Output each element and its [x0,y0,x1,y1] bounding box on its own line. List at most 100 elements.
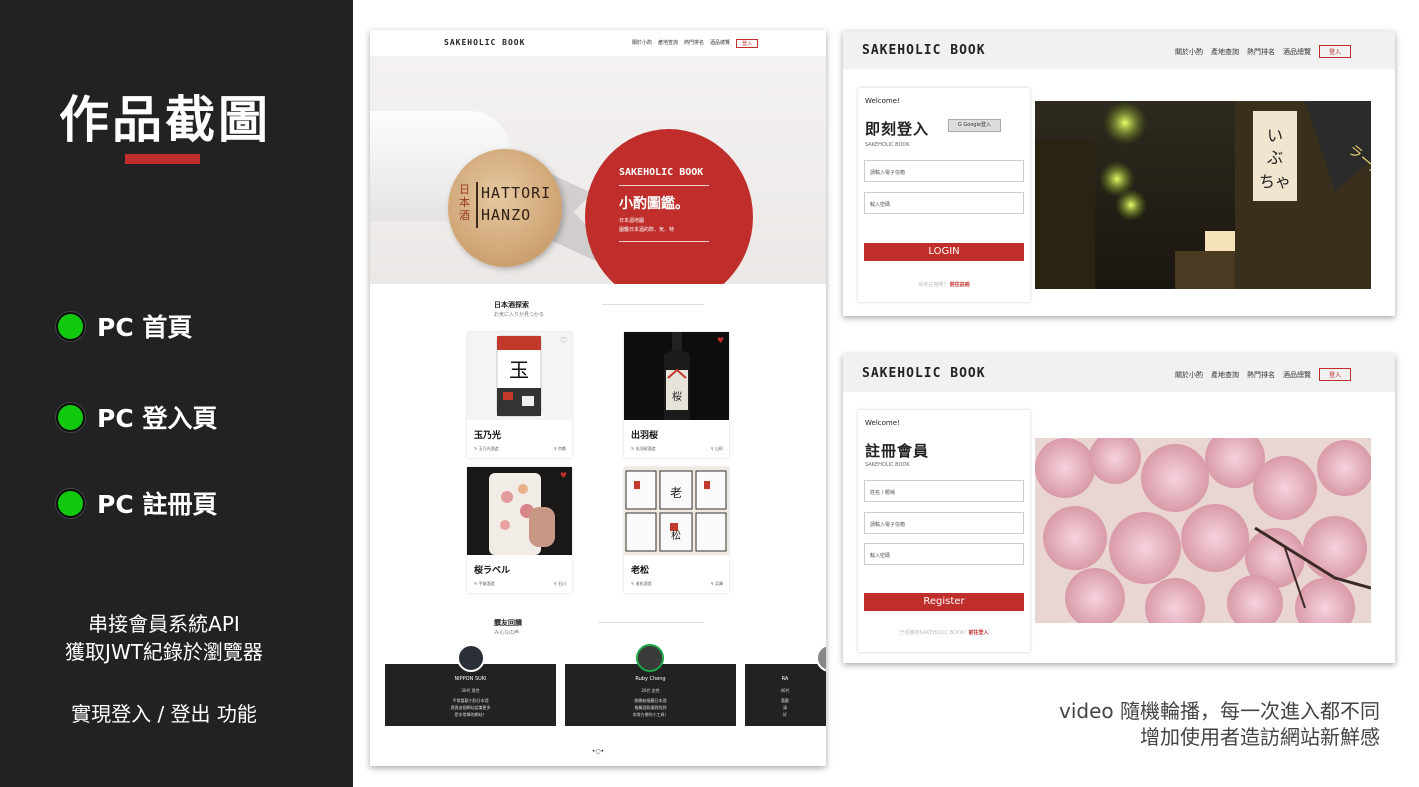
home-navbar: SAKEHOLIC BOOK 關於小酌 產地查詢 熱門排名 酒品總覽 登入 [370,30,826,56]
login-button[interactable]: 登入 [1319,45,1352,58]
feature-home: PC 首頁 [56,308,192,344]
login-navbar: SAKEHOLIC BOOK 關於小酌 產地查詢 熱門排名 酒品總覽 登入 [843,31,1395,69]
caption-line: video 隨機輪播，每一次進入都不同 [1059,699,1380,723]
review-line: 平常喜歡小酌日本酒 [452,698,489,703]
nav-links: 關於小酌 產地查詢 熱門排名 酒品總覽 登入 [1175,368,1352,381]
nav-overview[interactable]: 酒品總覽 [710,39,730,48]
hero-divider [619,185,709,186]
api-note-line: 獲取JWT紀錄於瀏覽器 [65,640,263,664]
svg-text:ちゃ: ちゃ [1259,172,1291,191]
slide: 作品截圖 PC 首頁 PC 登入頁 PC 註冊頁 串接會員系統API 獲取JWT… [0,0,1419,787]
review-line: 喜歡 [781,698,789,703]
register-link[interactable]: 尚未註冊嗎？ 前往註冊 [858,281,1030,288]
review-card: NIPPON SUKI 30代 男性 平常喜歡小酌日本酒 透過這個網站認識更多 … [385,664,556,726]
nav-ranking[interactable]: 熱門排名 [1247,47,1275,57]
login-submit-button[interactable]: LOGIN [864,243,1024,261]
nav-origin[interactable]: 產地查詢 [1211,47,1239,57]
feature-label: PC 登入頁 [97,404,218,433]
sake-card[interactable]: 玉 ♡ 玉乃光 ✎ 玉乃光酒造 ⚲ 京都 [467,332,572,458]
google-login-button[interactable]: G Google登入 [948,119,1001,132]
login-button[interactable]: 登入 [736,39,759,48]
hero-title: 小酌圖鑑。 [619,196,689,212]
welcome-text: Welcome! [865,419,900,427]
sake-card[interactable]: 老 松 老松 ✎ 老松酒造 ⚲ 兵庫 [624,467,729,593]
register-submit-button[interactable]: Register [864,593,1024,611]
sake-name: 出羽桜 [631,431,659,441]
cork-image: 日本酒 HATTORI HANZO [448,149,562,267]
name-field[interactable]: 姓名 / 暱稱 [864,480,1024,502]
svg-text:ぶ: ぶ [1267,148,1283,167]
caption-line: 增加使用者造訪網站新鮮感 [1140,725,1380,749]
explore-subtitle: お気に入りが見つかる [494,312,545,318]
nav-about[interactable]: 關於小酌 [1175,47,1203,57]
brand-logo[interactable]: SAKEHOLIC BOOK [862,43,986,58]
login-note: 實現登入 / 登出 功能 [71,702,257,726]
cork-en-line: HANZO [481,206,532,224]
brand-logo[interactable]: SAKEHOLIC BOOK [444,38,525,47]
sake-image: 桜 [624,332,729,420]
favorite-icon[interactable]: ♥ [717,336,724,345]
feature-register: PC 註冊頁 [56,485,217,521]
sake-brewery: ✎ 玉乃光酒造 [474,446,499,451]
sake-location-text: 兵庫 [715,581,723,586]
hero-brand: SAKEHOLIC BOOK [619,167,704,178]
review-card: Ruby Cheng 20代 女性 剛開始接觸日本酒 推薦酒款讓我找到 非常方便… [565,664,736,726]
background-video: い ぶ ちゃ ラーメ [1035,101,1371,289]
review-line: 清 [783,705,787,710]
nav-about[interactable]: 關於小酌 [632,39,652,48]
sake-brewery-text: 出羽桜酒造 [635,446,656,451]
nav-overview[interactable]: 酒品總覽 [1283,47,1311,57]
hero-subtitle-line: 日本酒地圖 [619,218,645,224]
video-caption: video 隨機輪播，每一次進入都不同 增加使用者造訪網站新鮮感 [960,698,1380,750]
hero-banner: 日本酒 HATTORI HANZO SAKEHOLIC BOOK 小酌圖鑑。 日… [370,56,826,284]
email-field[interactable]: 請輸入電子信箱 [864,512,1024,534]
reviewer-name: NIPPON SUKI [454,676,487,682]
nav-overview[interactable]: 酒品總覽 [1283,370,1311,380]
login-link[interactable]: 已經擁有SAKEHOLIC BOOK? 前往登入 [858,629,1030,636]
email-field[interactable]: 請輸入電子信箱 [864,160,1024,182]
sake-location: ⚲ 山形 [710,446,723,451]
nav-ranking[interactable]: 熱門排名 [684,39,704,48]
password-field[interactable]: 輸入密碼 [864,192,1024,214]
home-screenshot: SAKEHOLIC BOOK 關於小酌 產地查詢 熱門排名 酒品總覽 登入 日本… [370,30,826,766]
nav-origin[interactable]: 產地查詢 [658,39,678,48]
favorite-icon[interactable]: ♡ [560,336,567,345]
cork-jp-text: 日本酒 [459,183,470,222]
password-field[interactable]: 輸入密碼 [864,543,1024,565]
nav-links: 關於小酌 產地查詢 熱門排名 酒品總覽 登入 [1175,45,1352,58]
left-panel: 作品截圖 PC 首頁 PC 登入頁 PC 註冊頁 串接會員系統API 獲取JWT… [0,0,353,787]
brand-logo[interactable]: SAKEHOLIC BOOK [862,366,986,381]
review-line: 剛開始接觸日本酒 [634,698,667,703]
foot-link[interactable]: 前往註冊 [950,282,970,288]
sake-location-text: 山形 [715,446,723,451]
cork-en-line: HATTORI [481,184,552,202]
sake-name: 桜ラベル [474,566,511,576]
review-line: 是非常棒的網站！ [454,712,487,717]
carousel-pager[interactable]: •○• [370,748,826,755]
foot-link[interactable]: 前往登入 [968,630,988,636]
nav-ranking[interactable]: 熱門排名 [1247,370,1275,380]
sake-card[interactable]: ♥ 桜ラベル ✎ 手取酒造 ⚲ 石川 [467,467,572,593]
cork-en-text: HATTORI HANZO [481,182,551,226]
sake-location-text: 京都 [558,446,566,451]
sake-location-text: 石川 [558,581,566,586]
feature-label: PC 註冊頁 [97,490,218,519]
sake-name: 玉乃光 [474,431,502,441]
login-button[interactable]: 登入 [1319,368,1352,381]
sake-name: 老松 [631,566,650,576]
google-login-label: Google登入 [963,122,992,128]
review-line: 推薦酒款讓我找到 [634,705,667,710]
favorite-icon[interactable]: ♥ [560,471,567,480]
form-subtitle: SAKEHOLIC BOOK [865,462,910,468]
nav-about[interactable]: 關於小酌 [1175,370,1203,380]
review-card: RA 40代 喜歡 清 好 [745,664,826,726]
welcome-text: Welcome! [865,97,900,105]
svg-text:い: い [1267,126,1283,145]
section-line [598,622,704,623]
green-dot-icon [56,311,85,341]
register-navbar: SAKEHOLIC BOOK 關於小酌 產地查詢 熱門排名 酒品總覽 登入 [843,354,1395,392]
sake-card[interactable]: 桜 ♥ 出羽桜 ✎ 出羽桜酒造 ⚲ 山形 [624,332,729,458]
avatar [636,644,664,672]
nav-origin[interactable]: 產地查詢 [1211,370,1239,380]
review-line: 透過這個網站認識更多 [450,705,491,710]
